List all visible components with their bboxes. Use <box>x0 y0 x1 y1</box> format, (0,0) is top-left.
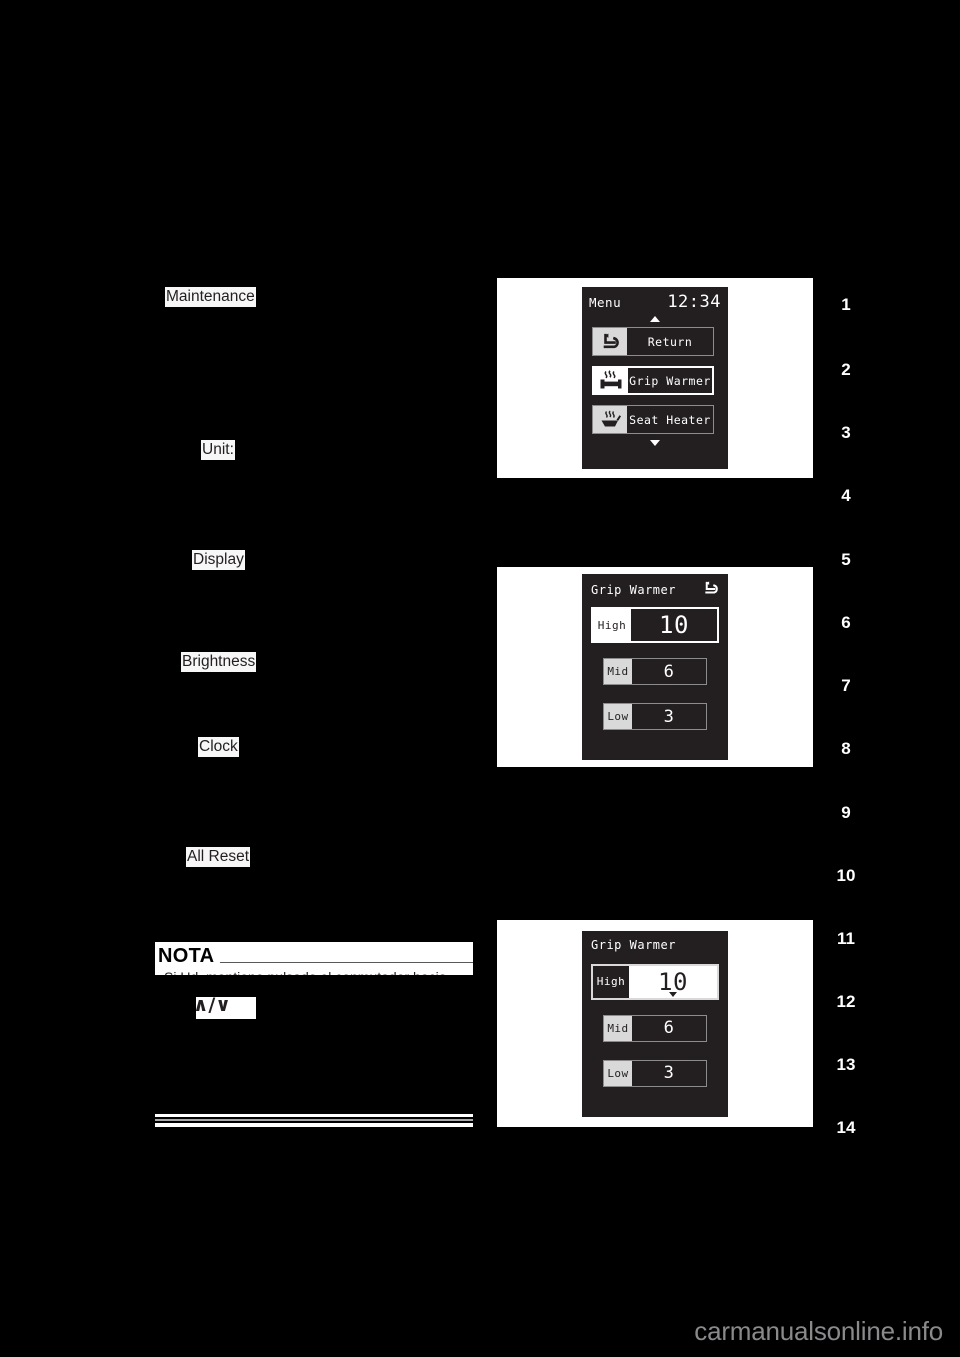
lcd-grip-warmer-screen: Grip Warmer High 10 Mid 6 Low 3 <box>582 574 728 760</box>
chapter-tab-4[interactable]: 4 <box>828 486 864 506</box>
return-arrow-icon <box>593 328 627 355</box>
level-value-low: 3 <box>632 1060 706 1086</box>
figure-grip-warmer-screen: Grip Warmer High 10 Mid 6 Low 3 <box>497 567 813 767</box>
level-value-low: 3 <box>632 704 706 729</box>
chapter-tab-10[interactable]: 10 <box>828 866 864 886</box>
chapter-tab-5[interactable]: 5 <box>828 550 864 570</box>
scroll-up-caret-icon[interactable] <box>650 316 660 322</box>
level-row-high[interactable]: High 10 <box>591 607 719 643</box>
level-label-high: High <box>593 609 631 641</box>
chapter-tab-6[interactable]: 6 <box>828 613 864 633</box>
figure-grip-warmer-edit-screen: Grip Warmer High 10 Mid 6 Low 3 <box>497 920 813 1127</box>
scroll-down-caret-icon[interactable] <box>650 440 660 446</box>
level-value-mid: 6 <box>632 1015 706 1041</box>
chapter-tab-9[interactable]: 9 <box>828 803 864 823</box>
menu-item-grip-warmer-label: Grip Warmer <box>628 368 712 393</box>
value-down-caret-icon <box>669 991 677 997</box>
seat-heater-icon <box>593 406 627 433</box>
lcd-menu-screen: Menu 12:34 Return Grip Warmer Seat Heate… <box>582 287 728 469</box>
nota-title: NOTA <box>158 945 215 967</box>
grip-warmer-edit-title: Grip Warmer <box>591 937 676 952</box>
figure-menu-screen: Menu 12:34 Return Grip Warmer Seat Heate… <box>497 278 813 478</box>
menu-screen-title: Menu <box>589 295 622 310</box>
grip-warmer-header: Grip Warmer <box>591 581 719 598</box>
level-row-mid[interactable]: Mid 6 <box>603 1014 707 1042</box>
lcd-grip-warmer-edit-screen: Grip Warmer High 10 Mid 6 Low 3 <box>582 930 728 1117</box>
nota-body-text: Si Ud. mantiene pulsado el conmutador ha… <box>164 970 447 975</box>
up-down-arrow-icon: ∧/∨ <box>196 997 231 1016</box>
chapter-tab-8[interactable]: 8 <box>828 739 864 759</box>
menu-item-grip-warmer[interactable]: Grip Warmer <box>592 366 714 395</box>
level-label-high: High <box>593 965 629 998</box>
chapter-tab-11[interactable]: 11 <box>828 929 864 949</box>
nota-footer-rule <box>155 1114 473 1127</box>
level-row-low[interactable]: Low 3 <box>603 1059 707 1087</box>
menu-item-return[interactable]: Return <box>592 327 714 356</box>
menu-item-return-label: Return <box>627 328 713 355</box>
grip-warmer-title: Grip Warmer <box>591 582 676 597</box>
watermark: carmanualsonline.info <box>694 1316 943 1346</box>
term-all-reset: All Reset <box>186 847 251 867</box>
chapter-tab-14[interactable]: 14 <box>828 1118 864 1138</box>
term-clock: Clock <box>198 737 239 757</box>
menu-title-row: Menu 12:34 <box>589 292 721 312</box>
grip-warmer-edit-header: Grip Warmer <box>591 938 719 952</box>
level-label-low: Low <box>604 704 632 729</box>
level-value-high: 10 <box>631 609 717 641</box>
menu-clock: 12:34 <box>667 292 721 312</box>
chapter-tab-7[interactable]: 7 <box>828 676 864 696</box>
term-brightness: Brightness <box>181 652 257 672</box>
chapter-tab-13[interactable]: 13 <box>828 1055 864 1075</box>
nota-block: NOTA Si Ud. mantiene pulsado el conmutad… <box>155 942 473 975</box>
return-arrow-icon[interactable] <box>702 581 719 598</box>
menu-item-seat-heater-label: Seat Heater <box>627 406 713 433</box>
term-maintenance: Maintenance <box>165 287 256 307</box>
menu-item-seat-heater[interactable]: Seat Heater <box>592 405 714 434</box>
level-row-high-editing[interactable]: High 10 <box>591 963 719 1000</box>
level-row-low[interactable]: Low 3 <box>603 703 707 730</box>
level-value-mid: 6 <box>632 659 706 684</box>
level-label-mid: Mid <box>604 1015 632 1041</box>
chapter-tab-12[interactable]: 12 <box>828 992 864 1012</box>
chapter-tab-3[interactable]: 3 <box>828 423 864 443</box>
level-value-high: 10 <box>629 965 717 998</box>
term-display: Display <box>192 550 245 570</box>
nota-header-rule <box>220 961 473 963</box>
level-row-mid[interactable]: Mid 6 <box>603 658 707 685</box>
chapter-tab-1[interactable]: 1 <box>828 295 864 315</box>
arrow-switch-glyph: ∧/∨ <box>196 997 256 1019</box>
nota-header: NOTA <box>155 942 473 970</box>
chapter-tab-2[interactable]: 2 <box>828 360 864 380</box>
grip-warmer-icon <box>594 368 628 393</box>
nota-body-clipped: Si Ud. mantiene pulsado el conmutador ha… <box>155 970 473 975</box>
term-unit: Unit: <box>201 440 235 460</box>
level-label-mid: Mid <box>604 659 632 684</box>
level-label-low: Low <box>604 1060 632 1086</box>
